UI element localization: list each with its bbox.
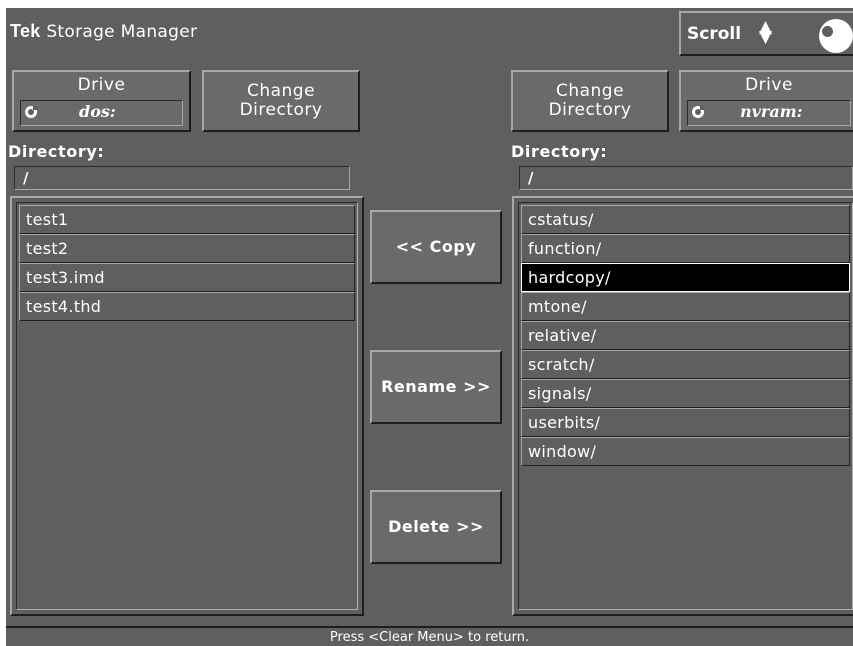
left-file-item[interactable]: test4.thd bbox=[19, 292, 355, 321]
title-text: Storage Manager bbox=[46, 22, 198, 42]
up-down-arrows-icon: ▲ ▼ bbox=[759, 17, 773, 47]
scroll-label: Scroll bbox=[687, 24, 742, 44]
right-file-item[interactable]: scratch/ bbox=[521, 350, 850, 379]
right-drive-selector[interactable]: nvram: bbox=[687, 100, 851, 126]
storage-manager-screen: Tek Storage Manager Scroll ▲ ▼ Drive dos:… bbox=[6, 8, 853, 646]
right-drive-label: Drive bbox=[745, 75, 793, 95]
status-bar: Press <Clear Menu> to return. bbox=[6, 626, 853, 646]
rotary-knob-icon[interactable] bbox=[819, 19, 853, 53]
left-drive-value: dos: bbox=[79, 102, 116, 121]
right-change-dir-line1: Change bbox=[555, 81, 625, 101]
left-file-list-inner: test1 test2 test3.imd test4.thd bbox=[16, 202, 358, 610]
delete-label: Delete >> bbox=[388, 517, 484, 536]
copy-label: << Copy bbox=[395, 237, 477, 256]
right-drive-value: nvram: bbox=[740, 102, 803, 121]
left-change-dir-line2: Directory bbox=[239, 100, 323, 120]
copy-button[interactable]: << Copy bbox=[370, 210, 502, 284]
left-change-dir-line1: Change bbox=[246, 81, 316, 101]
right-file-item[interactable]: relative/ bbox=[521, 321, 850, 350]
right-file-item-selected[interactable]: hardcopy/ bbox=[521, 263, 850, 292]
left-directory-label: Directory: bbox=[8, 142, 105, 161]
brand-logo: Tek bbox=[10, 21, 41, 41]
scroll-control[interactable]: Scroll ▲ ▼ bbox=[679, 11, 853, 56]
left-path-field: / bbox=[14, 166, 350, 190]
right-change-directory-button[interactable]: Change Directory bbox=[511, 70, 669, 132]
right-file-item[interactable]: mtone/ bbox=[521, 292, 850, 321]
window-title: Tek Storage Manager bbox=[10, 21, 197, 42]
right-file-item[interactable]: userbits/ bbox=[521, 408, 850, 437]
right-drive-button[interactable]: Drive nvram: bbox=[679, 70, 853, 132]
right-path-field: / bbox=[519, 166, 853, 190]
cycle-icon bbox=[25, 106, 37, 118]
left-file-item[interactable]: test1 bbox=[19, 205, 355, 234]
left-drive-selector[interactable]: dos: bbox=[20, 100, 183, 126]
right-directory-label: Directory: bbox=[511, 142, 608, 161]
right-file-item[interactable]: cstatus/ bbox=[521, 205, 850, 234]
right-file-item[interactable]: function/ bbox=[521, 234, 850, 263]
right-file-list[interactable]: cstatus/ function/ hardcopy/ mtone/ rela… bbox=[512, 196, 853, 616]
left-drive-button[interactable]: Drive dos: bbox=[12, 70, 191, 132]
right-change-dir-line2: Directory bbox=[548, 100, 632, 120]
rename-button[interactable]: Rename >> bbox=[370, 350, 502, 424]
left-file-list[interactable]: test1 test2 test3.imd test4.thd bbox=[10, 196, 364, 616]
left-change-directory-button[interactable]: Change Directory bbox=[202, 70, 360, 132]
left-file-item[interactable]: test2 bbox=[19, 234, 355, 263]
cycle-icon bbox=[692, 106, 704, 118]
right-file-item[interactable]: signals/ bbox=[521, 379, 850, 408]
delete-button[interactable]: Delete >> bbox=[370, 490, 502, 564]
right-file-list-inner: cstatus/ function/ hardcopy/ mtone/ rela… bbox=[518, 202, 853, 610]
right-file-item[interactable]: window/ bbox=[521, 437, 850, 466]
rename-label: Rename >> bbox=[381, 377, 491, 396]
left-file-item[interactable]: test3.imd bbox=[19, 263, 355, 292]
left-drive-label: Drive bbox=[77, 75, 126, 95]
